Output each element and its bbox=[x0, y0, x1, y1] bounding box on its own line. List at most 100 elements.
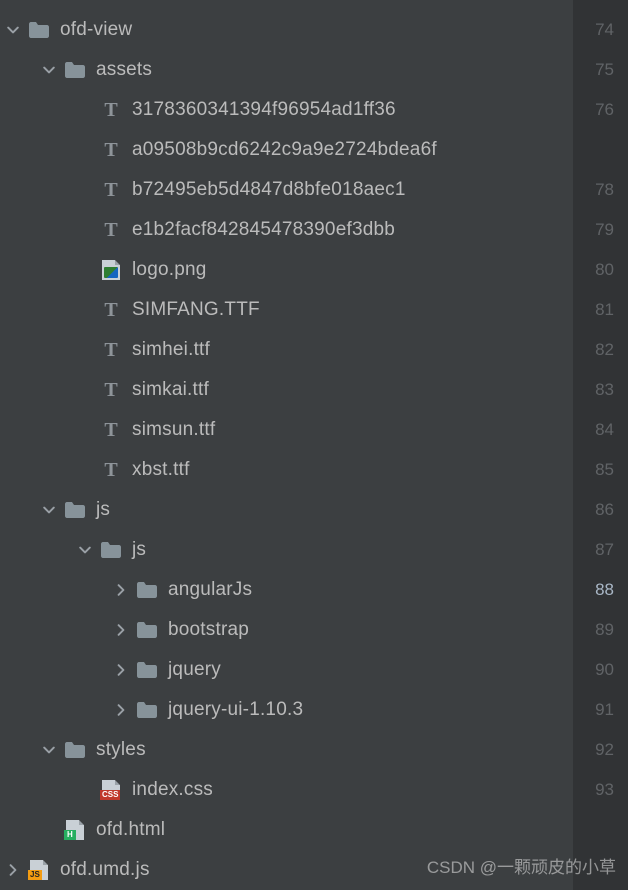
line-number: 91 bbox=[573, 690, 628, 730]
folder-icon bbox=[134, 570, 160, 610]
tree-item-label: 3178360341394f96954ad1ff36 bbox=[132, 99, 396, 121]
tree-item[interactable]: jquery bbox=[0, 650, 573, 690]
tree-item-label: jquery-ui-1.10.3 bbox=[168, 699, 303, 721]
line-number: 80 bbox=[573, 250, 628, 290]
line-number: 85 bbox=[573, 450, 628, 490]
tree-item[interactable]: logo.png bbox=[0, 250, 573, 290]
tree-item-label: jquery bbox=[168, 659, 221, 681]
tree-item[interactable]: jquery-ui-1.10.3 bbox=[0, 690, 573, 730]
line-number-gutter: 74757678798081828384858687888990919293 bbox=[573, 0, 628, 890]
line-number: 92 bbox=[573, 730, 628, 770]
tree-item-label: e1b2facf842845478390ef3dbb bbox=[132, 219, 395, 241]
chevron-placeholder bbox=[36, 810, 62, 850]
folder-icon bbox=[98, 530, 124, 570]
line-number: 84 bbox=[573, 410, 628, 450]
chevron-down-icon[interactable] bbox=[0, 10, 26, 50]
line-number: 79 bbox=[573, 210, 628, 250]
line-number: 88 bbox=[573, 570, 628, 610]
chevron-placeholder bbox=[72, 410, 98, 450]
line-number: 89 bbox=[573, 610, 628, 650]
line-number: 82 bbox=[573, 330, 628, 370]
tree-item[interactable]: js bbox=[0, 490, 573, 530]
chevron-down-icon[interactable] bbox=[36, 50, 62, 90]
image-file-icon bbox=[98, 250, 124, 290]
font-file-icon: T bbox=[98, 370, 124, 410]
tree-item-label: SIMFANG.TTF bbox=[132, 299, 260, 321]
chevron-placeholder bbox=[72, 770, 98, 810]
tree-item-label: simkai.ttf bbox=[132, 379, 209, 401]
folder-icon bbox=[134, 610, 160, 650]
chevron-right-icon[interactable] bbox=[108, 650, 134, 690]
tree-item[interactable]: T 3178360341394f96954ad1ff36 bbox=[0, 90, 573, 130]
font-file-icon: T bbox=[98, 130, 124, 170]
line-number: 76 bbox=[573, 90, 628, 130]
js-file-icon bbox=[26, 850, 52, 890]
tree-item[interactable]: ofd.umd.js bbox=[0, 850, 573, 890]
line-number: 74 bbox=[573, 10, 628, 50]
tree-item[interactable]: Ta09508b9cd6242c9a9e2724bdea6f bbox=[0, 130, 573, 170]
tree-item-label: ofd.umd.js bbox=[60, 859, 150, 881]
tree-item-label: a09508b9cd6242c9a9e2724bdea6f bbox=[132, 139, 437, 161]
line-number: 83 bbox=[573, 370, 628, 410]
tree-item[interactable]: bootstrap bbox=[0, 610, 573, 650]
tree-item[interactable]: ofd.html bbox=[0, 810, 573, 850]
chevron-down-icon[interactable] bbox=[36, 730, 62, 770]
tree-item[interactable]: js bbox=[0, 530, 573, 570]
line-number: 87 bbox=[573, 530, 628, 570]
tree-item[interactable]: styles bbox=[0, 730, 573, 770]
line-number: 78 bbox=[573, 170, 628, 210]
chevron-right-icon[interactable] bbox=[108, 610, 134, 650]
tree-item-label: assets bbox=[96, 59, 152, 81]
font-file-icon: T bbox=[98, 450, 124, 490]
folder-icon bbox=[62, 50, 88, 90]
tree-item[interactable]: Tb72495eb5d4847d8bfe018aec1 bbox=[0, 170, 573, 210]
folder-icon bbox=[134, 650, 160, 690]
chevron-placeholder bbox=[72, 210, 98, 250]
tree-item[interactable]: Tsimkai.ttf bbox=[0, 370, 573, 410]
tree-item[interactable]: ofd-view bbox=[0, 10, 573, 50]
tree-item[interactable]: angularJs bbox=[0, 570, 573, 610]
line-number: 86 bbox=[573, 490, 628, 530]
tree-item-label: simhei.ttf bbox=[132, 339, 210, 361]
line-number bbox=[573, 130, 628, 170]
tree-item-label: ofd-view bbox=[60, 19, 132, 41]
tree-item[interactable]: Txbst.ttf bbox=[0, 450, 573, 490]
chevron-placeholder bbox=[72, 250, 98, 290]
chevron-right-icon[interactable] bbox=[108, 690, 134, 730]
tree-item-label: bootstrap bbox=[168, 619, 249, 641]
chevron-placeholder bbox=[72, 450, 98, 490]
tree-item[interactable]: T SIMFANG.TTF bbox=[0, 290, 573, 330]
tree-item-label: angularJs bbox=[168, 579, 252, 601]
tree-item-label: ofd.html bbox=[96, 819, 165, 841]
tree-item-label: logo.png bbox=[132, 259, 207, 281]
tree-item[interactable]: Te1b2facf842845478390ef3dbb bbox=[0, 210, 573, 250]
tree-item-label: js bbox=[96, 499, 110, 521]
chevron-down-icon[interactable] bbox=[72, 530, 98, 570]
tree-item-label: xbst.ttf bbox=[132, 459, 190, 481]
tree-item[interactable]: index.css bbox=[0, 770, 573, 810]
tree-item-label: js bbox=[132, 539, 146, 561]
tree-item-label: styles bbox=[96, 739, 146, 761]
chevron-placeholder bbox=[72, 170, 98, 210]
font-file-icon: T bbox=[98, 330, 124, 370]
chevron-placeholder bbox=[72, 90, 98, 130]
folder-icon bbox=[62, 490, 88, 530]
font-file-icon: T bbox=[98, 210, 124, 250]
chevron-right-icon[interactable] bbox=[0, 850, 26, 890]
line-number: 93 bbox=[573, 770, 628, 810]
chevron-placeholder bbox=[72, 130, 98, 170]
font-file-icon: T bbox=[98, 90, 124, 130]
folder-icon bbox=[26, 10, 52, 50]
font-file-icon: T bbox=[98, 170, 124, 210]
tree-item[interactable]: assets bbox=[0, 50, 573, 90]
line-number: 81 bbox=[573, 290, 628, 330]
font-file-icon: T bbox=[98, 290, 124, 330]
chevron-right-icon[interactable] bbox=[108, 570, 134, 610]
html-file-icon bbox=[62, 810, 88, 850]
file-tree[interactable]: ofd-view assets T 3178360341394f96954ad1ff3… bbox=[0, 0, 573, 890]
tree-item[interactable]: Tsimsun.ttf bbox=[0, 410, 573, 450]
chevron-down-icon[interactable] bbox=[36, 490, 62, 530]
tree-item[interactable]: Tsimhei.ttf bbox=[0, 330, 573, 370]
tree-item-label: b72495eb5d4847d8bfe018aec1 bbox=[132, 179, 406, 201]
folder-icon bbox=[62, 730, 88, 770]
